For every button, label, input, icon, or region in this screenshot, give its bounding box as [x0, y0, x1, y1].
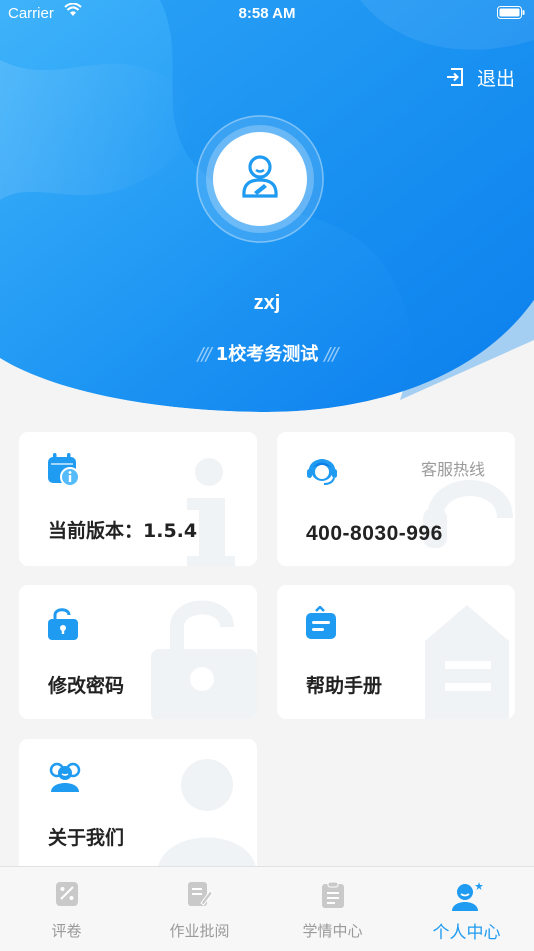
- battery-icon: [497, 6, 525, 23]
- book-watermark-icon: [425, 605, 509, 719]
- report-icon: [321, 881, 344, 908]
- username: zxj: [253, 292, 281, 314]
- user-avatar-icon: [242, 155, 278, 198]
- tab-bar: 评卷 作业批阅 学情中心 个人中心: [0, 866, 534, 951]
- info-watermark-icon: [187, 458, 235, 566]
- tab-label: 作业批阅: [169, 922, 230, 940]
- hotline-label: 客服热线: [420, 460, 485, 479]
- grading-icon: [55, 882, 78, 906]
- calendar-info-icon: [48, 453, 80, 487]
- customer-service-icon: [307, 459, 337, 485]
- school-name-row: ///1校考务测试///: [0, 340, 534, 366]
- version-label: 当前版本：1.5.4: [48, 520, 198, 542]
- unlock-icon: [48, 608, 78, 640]
- change-password-card[interactable]: 修改密码: [19, 585, 257, 719]
- avatar[interactable]: [195, 114, 325, 244]
- status-bar: Carrier 8:58 AM: [0, 0, 534, 28]
- logout-icon: [446, 68, 463, 86]
- tab-profile[interactable]: 个人中心: [400, 867, 533, 951]
- school-name: 1校考务测试: [215, 344, 319, 365]
- manual-icon: [306, 606, 336, 639]
- tab-label: 学情中心: [302, 922, 363, 940]
- tab-label: 个人中心: [432, 923, 501, 943]
- tab-homework-review[interactable]: 作业批阅: [133, 867, 266, 951]
- about-us-card[interactable]: 关于我们: [19, 739, 257, 873]
- decor-mark-right: ///: [324, 344, 338, 365]
- people-watermark-icon: [157, 759, 257, 873]
- customer-service-card[interactable]: 客服热线 400-8030-996: [277, 432, 515, 566]
- hotline-number[interactable]: 400-8030-996: [306, 522, 443, 546]
- tab-label: 评卷: [51, 922, 82, 940]
- logout-label: 退出: [476, 67, 515, 90]
- help-manual-card[interactable]: 帮助手册: [277, 585, 515, 719]
- homework-edit-icon: [187, 882, 213, 906]
- change-password-label: 修改密码: [48, 675, 125, 697]
- tab-grading[interactable]: 评卷: [0, 867, 133, 951]
- clock: 8:58 AM: [238, 5, 296, 22]
- decor-mark-left: ///: [197, 344, 212, 365]
- version-card[interactable]: 当前版本：1.5.4: [19, 432, 257, 566]
- users-icon: [49, 762, 81, 792]
- lock-watermark-icon: [151, 600, 257, 719]
- about-us-label: 关于我们: [48, 827, 125, 849]
- profile-header: Carrier 8:58 AM 退出 zxj ///1校考务测试 ///: [0, 0, 534, 412]
- help-manual-label: 帮助手册: [306, 675, 383, 697]
- logout-button[interactable]: 退出: [445, 63, 515, 91]
- tab-learning-center[interactable]: 学情中心: [266, 867, 399, 951]
- profile-icon: [451, 882, 483, 911]
